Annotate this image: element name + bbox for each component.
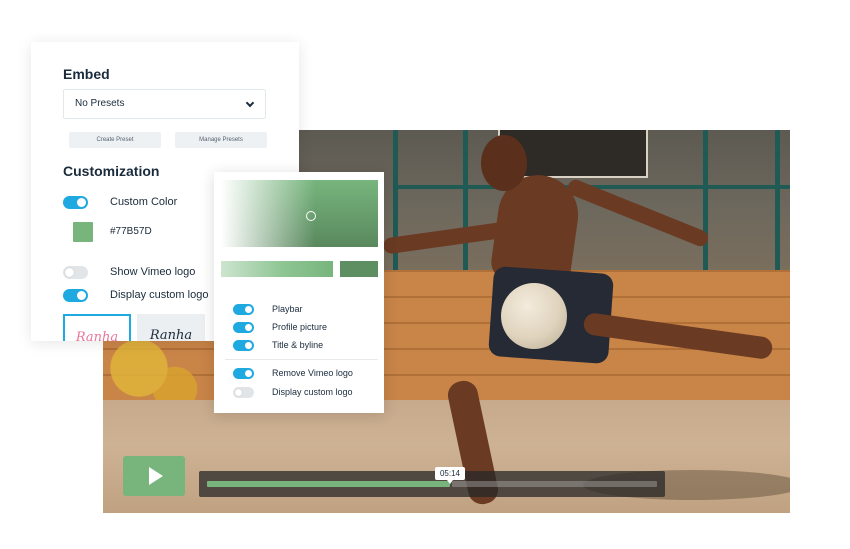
toggle-knob (245, 369, 252, 377)
color-picker-panel: Playbar Profile picture Title & byline R… (214, 172, 384, 413)
toggle-knob (235, 388, 242, 396)
toggle-knob (65, 267, 74, 277)
playbar-row: Playbar (233, 303, 303, 315)
toggle-knob (245, 305, 252, 313)
remove-vimeo-logo-toggle[interactable] (233, 367, 254, 379)
toggle-knob (77, 197, 86, 207)
display-custom-logo-toggle[interactable] (63, 288, 88, 302)
display-custom-logo-row: Display custom logo (63, 287, 208, 303)
show-vimeo-logo-label: Show Vimeo logo (110, 266, 196, 278)
progress-fill (207, 481, 450, 487)
playbar-label: Playbar (272, 304, 303, 314)
color-picker-handle[interactable] (306, 211, 316, 221)
manage-presets-button[interactable]: Manage Presets (175, 132, 267, 148)
color-gradient-area[interactable] (221, 180, 378, 247)
hue-slider[interactable] (221, 261, 333, 277)
logo-option[interactable]: Ranha (137, 314, 205, 341)
play-icon (148, 467, 163, 485)
display-custom-logo-toggle[interactable] (233, 386, 254, 398)
custom-color-toggle[interactable] (63, 195, 88, 209)
progress-bar[interactable] (199, 471, 665, 497)
display-custom-logo-label: Display custom logo (272, 387, 353, 397)
profile-picture-label: Profile picture (272, 322, 328, 332)
chevron-down-icon (245, 98, 255, 108)
title-byline-toggle[interactable] (233, 339, 254, 351)
remove-vimeo-logo-label: Remove Vimeo logo (272, 368, 353, 378)
toggle-knob (245, 341, 252, 349)
soccer-ball (501, 283, 567, 349)
custom-color-label: Custom Color (110, 196, 178, 208)
preset-select[interactable]: No Presets (63, 89, 266, 119)
player-head (481, 135, 527, 191)
fence-post (775, 130, 780, 280)
customization-title: Customization (63, 163, 160, 179)
remove-vimeo-logo-row: Remove Vimeo logo (233, 367, 353, 379)
show-vimeo-logo-toggle[interactable] (63, 265, 88, 279)
display-custom-logo-row: Display custom logo (233, 386, 353, 398)
fence-post (463, 130, 468, 280)
show-vimeo-logo-row: Show Vimeo logo (63, 264, 195, 280)
create-preset-button[interactable]: Create Preset (69, 132, 161, 148)
playbar-toggle[interactable] (233, 303, 254, 315)
slider-separator (334, 261, 338, 277)
title-byline-row: Title & byline (233, 339, 323, 351)
color-swatch[interactable] (73, 222, 93, 242)
toggle-knob (245, 323, 252, 331)
fence-post (393, 130, 398, 280)
play-button[interactable] (123, 456, 185, 496)
progress-remaining (452, 481, 657, 487)
logo-option-selected[interactable]: Ranha (63, 314, 131, 341)
profile-picture-row: Profile picture (233, 321, 327, 333)
toggle-knob (77, 290, 86, 300)
profile-picture-toggle[interactable] (233, 321, 254, 333)
fence-post (703, 130, 708, 280)
time-tooltip: 05:14 (435, 467, 465, 484)
title-byline-label: Title & byline (272, 340, 324, 350)
custom-color-row: Custom Color (63, 194, 177, 210)
divider (225, 359, 378, 360)
preset-select-value: No Presets (75, 98, 125, 109)
display-custom-logo-label: Display custom logo (110, 289, 209, 301)
color-hex-value[interactable]: #77B57D (110, 226, 152, 237)
color-preview (340, 261, 378, 277)
embed-title: Embed (63, 66, 110, 82)
